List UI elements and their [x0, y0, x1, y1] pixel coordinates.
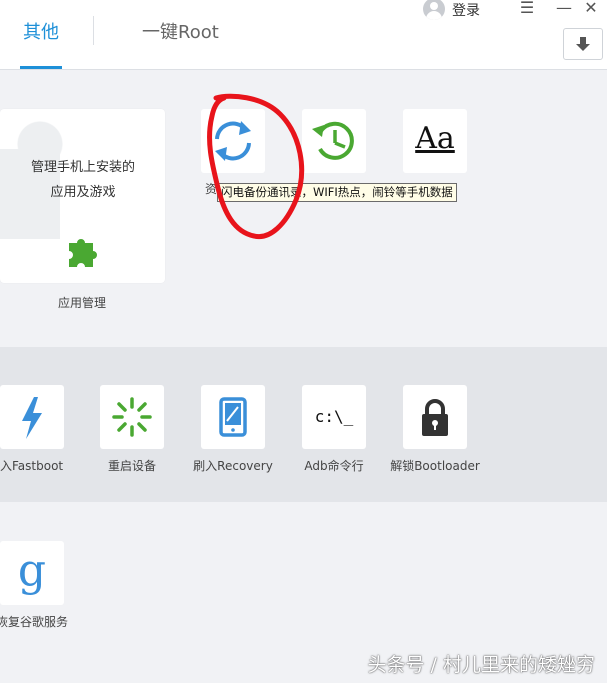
minimize-icon[interactable]: —	[553, 0, 575, 20]
app-management-desc-line1: 管理手机上安装的	[30, 160, 135, 175]
download-button[interactable]	[563, 28, 603, 60]
font-icon: Aa	[415, 121, 455, 156]
menu-icon[interactable]: ☰	[516, 0, 538, 20]
fastboot-tile[interactable]	[0, 385, 64, 449]
app-management-desc-line2: 应用及游戏	[50, 185, 116, 200]
fastboot-label-text: 进入Fastboot	[0, 459, 64, 473]
google-g-icon: g	[17, 545, 47, 596]
adb-tile[interactable]: c:\_	[302, 385, 366, 449]
restore-tile[interactable]	[302, 109, 366, 173]
tab-other[interactable]: 其他	[23, 18, 59, 44]
download-arrow-icon	[576, 37, 590, 51]
watermark: 头条号 / 村儿里来的矮矬穷	[367, 654, 595, 676]
red-annotation-circle	[207, 93, 305, 240]
puzzle-icon	[69, 239, 97, 267]
active-tab-indicator	[20, 66, 62, 69]
close-icon[interactable]: ✕	[580, 0, 602, 20]
avatar[interactable]	[423, 0, 445, 20]
terminal-icon: c:\_	[314, 407, 354, 426]
font-tile[interactable]: Aa	[403, 109, 467, 173]
bootloader-label: 解锁Bootloader	[390, 459, 480, 473]
fastboot-label: 进入Fastboot	[0, 457, 72, 474]
login-link[interactable]: 登录	[452, 0, 480, 20]
fastboot-lightning-icon	[22, 397, 42, 439]
tab-divider	[93, 16, 94, 45]
restart-label: 重启设备	[107, 459, 156, 473]
restart-tile[interactable]	[100, 385, 164, 449]
google-services-label: 恢复谷歌服务	[0, 613, 72, 630]
padlock-icon	[422, 399, 448, 436]
recovery-tablet-icon	[219, 397, 247, 437]
recovery-tile[interactable]	[201, 385, 265, 449]
app-management-label: 应用管理	[57, 296, 106, 310]
recovery-label: 刷入Recovery	[193, 459, 273, 473]
top-bar: 其他 一键Root 登录 ☰ — ✕	[0, 0, 607, 70]
tab-one-click-root[interactable]: 一键Root	[142, 18, 219, 44]
google-services-label-text: 恢复谷歌服务	[0, 615, 69, 629]
bootloader-tile[interactable]	[403, 385, 467, 449]
history-clock-icon	[312, 121, 354, 160]
adb-label: Adb命令行	[304, 459, 364, 473]
google-services-tile[interactable]: g	[0, 541, 64, 605]
restart-spinner-icon	[112, 397, 152, 437]
